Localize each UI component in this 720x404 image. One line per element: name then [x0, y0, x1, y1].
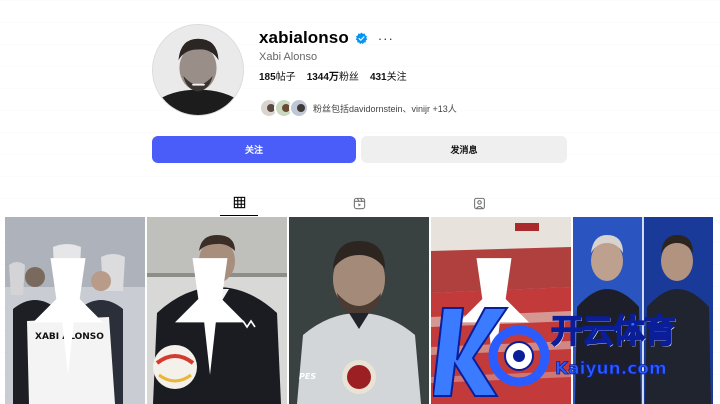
tab-tagged[interactable] — [460, 190, 498, 216]
reels-icon — [353, 197, 365, 209]
followed-by-text: 粉丝包括davidornstein、vinijr +13人 — [313, 103, 457, 114]
post-image — [573, 217, 713, 404]
posts-count: 185帖子 — [259, 72, 296, 83]
profile-photo — [153, 25, 243, 115]
following-count[interactable]: 431关注 — [370, 68, 407, 83]
post-grid: XABI ALONSO — [5, 217, 715, 404]
profile-avatar[interactable] — [152, 24, 244, 116]
grid-icon — [233, 196, 245, 209]
tab-posts[interactable] — [220, 190, 258, 216]
follower-avatars — [259, 98, 309, 118]
followers-count[interactable]: 1344万粉丝 — [307, 68, 359, 83]
follower-avatar — [289, 98, 309, 118]
username-row: xabialonso ··· — [259, 28, 394, 48]
message-button[interactable]: 发消息 — [361, 136, 567, 163]
post-thumbnail[interactable]: XABI ALONSO — [5, 217, 145, 404]
followed-by-row[interactable]: 粉丝包括davidornstein、vinijr +13人 — [259, 98, 457, 118]
pinned-icon — [175, 258, 245, 375]
post-thumbnail[interactable] — [573, 217, 713, 404]
full-name: Xabi Alonso — [259, 51, 318, 63]
pinned-icon — [33, 258, 103, 375]
username: xabialonso — [259, 28, 349, 47]
follow-button[interactable]: 关注 — [152, 136, 356, 163]
post-thumbnail[interactable] — [147, 217, 287, 404]
profile-stats: 185帖子 1344万粉丝 431关注 — [259, 68, 407, 83]
verified-badge-icon — [355, 32, 368, 44]
tab-reels[interactable] — [340, 190, 378, 216]
tagged-icon — [473, 197, 485, 209]
post-caption-text: PES — [299, 372, 316, 381]
post-thumbnail[interactable] — [431, 217, 571, 404]
post-thumbnail[interactable]: PES — [289, 217, 429, 404]
post-image: PES — [289, 217, 429, 404]
more-options-icon[interactable]: ··· — [378, 31, 394, 46]
profile-tabs — [0, 190, 720, 216]
pinned-icon — [459, 258, 529, 375]
